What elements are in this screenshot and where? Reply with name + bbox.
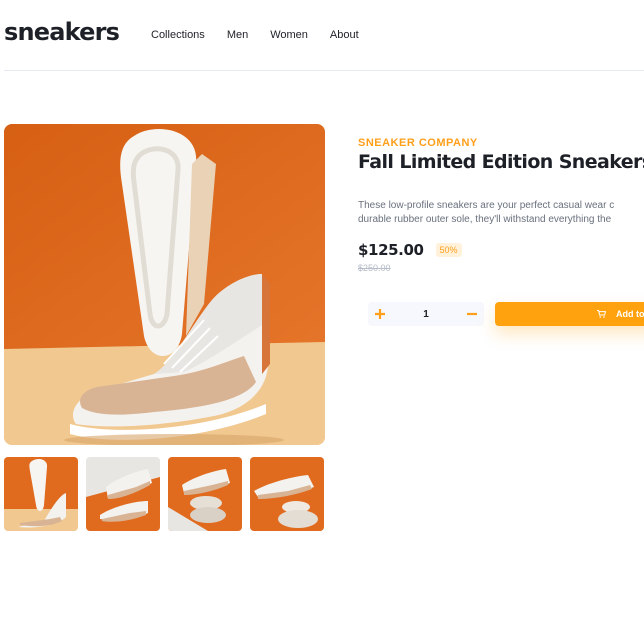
price-row: $125.00 50% <box>358 241 644 259</box>
nav-item-about[interactable]: About <box>330 29 359 41</box>
quantity-stepper: 1 <box>368 302 484 326</box>
description-line-1: These low-profile sneakers are your perf… <box>358 200 615 211</box>
thumbnail-4[interactable] <box>250 457 324 531</box>
main-nav: Collections Men Women About <box>151 29 381 41</box>
brand-logo[interactable]: sneakers <box>4 18 120 46</box>
current-price: $125.00 <box>358 241 424 259</box>
nav-item-men[interactable]: Men <box>227 29 248 41</box>
minus-icon <box>467 312 477 316</box>
description-line-2: durable rubber outer sole, they'll withs… <box>358 214 612 225</box>
product-title: Fall Limited Edition Sneakers <box>358 151 644 173</box>
original-price: $250.00 <box>358 263 391 273</box>
header-divider <box>4 70 644 71</box>
product-description: These low-profile sneakers are your perf… <box>358 199 644 227</box>
increment-button[interactable] <box>368 302 392 326</box>
nav-item-women[interactable]: Women <box>270 29 308 41</box>
product-details: SNEAKER COMPANY Fall Limited Edition Sne… <box>358 124 644 326</box>
add-to-cart-button[interactable]: Add to <box>495 302 644 326</box>
site-header: sneakers Collections Men Women About <box>0 0 644 71</box>
thumbnail-strip <box>4 457 324 531</box>
thumbnail-1[interactable] <box>4 457 78 531</box>
discount-badge: 50% <box>435 243 462 257</box>
quantity-value: 1 <box>423 308 429 320</box>
cart-icon <box>597 310 606 318</box>
thumbnail-3[interactable] <box>168 457 242 531</box>
plus-icon <box>375 309 385 319</box>
nav-item-collections[interactable]: Collections <box>151 29 205 41</box>
decrement-button[interactable] <box>460 302 484 326</box>
product-main-image[interactable] <box>4 124 325 445</box>
thumbnail-2[interactable] <box>86 457 160 531</box>
product-gallery <box>4 124 325 531</box>
company-label: SNEAKER COMPANY <box>358 137 478 149</box>
add-to-cart-label: Add to <box>616 309 644 319</box>
